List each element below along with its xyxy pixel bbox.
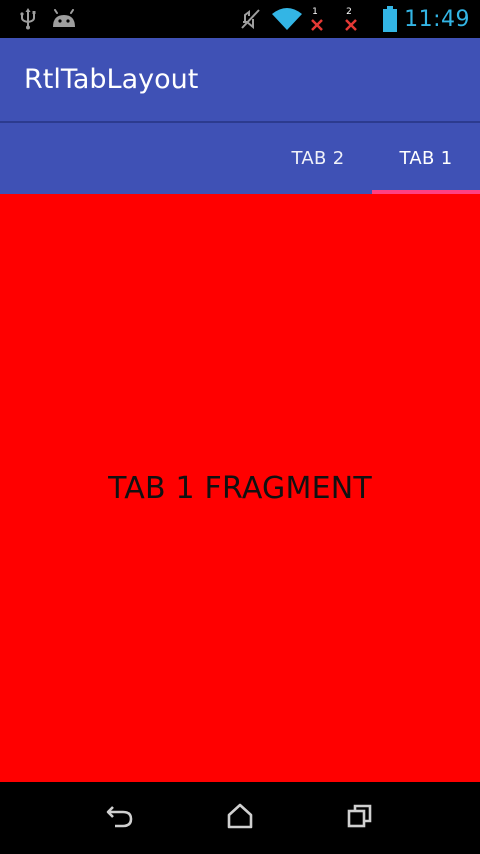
wifi-icon — [270, 0, 304, 38]
sim2-label: 2 — [346, 6, 352, 17]
sim1-label: 1 — [312, 6, 318, 17]
tab-fragment-content: TAB 1 FRAGMENT — [0, 194, 480, 782]
home-icon — [226, 803, 254, 833]
tab-1[interactable]: TAB 1 — [372, 123, 480, 194]
android-debug-icon — [50, 0, 78, 38]
recents-button[interactable] — [320, 782, 400, 854]
fragment-text: TAB 1 FRAGMENT — [108, 470, 372, 506]
app-title: RtlTabLayout — [24, 64, 199, 95]
recents-icon — [346, 803, 374, 833]
status-time: 11:49 — [404, 7, 470, 32]
tab-2-label: TAB 2 — [291, 148, 345, 169]
usb-icon — [16, 0, 40, 38]
tab-2[interactable]: TAB 2 — [264, 123, 372, 194]
home-button[interactable] — [200, 782, 280, 854]
back-button[interactable] — [80, 782, 160, 854]
navigation-bar — [0, 782, 480, 854]
screen: 1 2 11:49 RtlTabLayout TAB 2 TAB 1 TAB 1… — [0, 0, 480, 854]
sim1-no-signal-icon: 1 — [306, 0, 328, 38]
status-bar: 1 2 11:49 — [0, 0, 480, 38]
back-icon — [105, 803, 135, 833]
sim2-no-signal-icon: 2 — [340, 0, 362, 38]
app-bar: RtlTabLayout — [0, 38, 480, 122]
battery-icon — [380, 0, 400, 38]
tab-1-label: TAB 1 — [399, 148, 453, 169]
mute-icon — [238, 0, 264, 38]
tab-bar: TAB 2 TAB 1 — [0, 123, 480, 194]
